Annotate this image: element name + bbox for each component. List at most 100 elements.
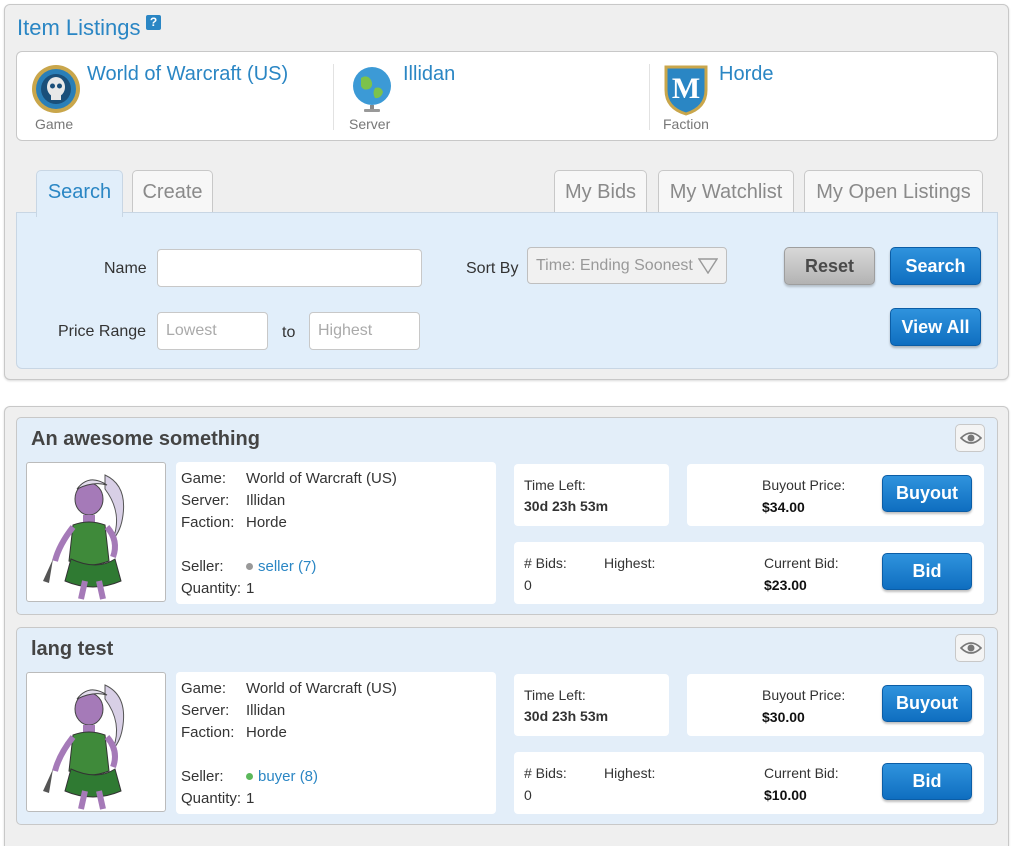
watch-button[interactable] [955,634,985,662]
context-faction: M Horde Faction [649,52,997,140]
tab-create[interactable]: Create [132,170,213,214]
help-icon[interactable]: ? [146,15,161,30]
price-range-label: Price Range [58,323,147,340]
seller-label: Seller: [181,768,224,785]
faction-value: Horde [246,514,287,531]
game-label: Game [35,116,74,132]
item-thumbnail[interactable] [26,462,166,602]
m-shield-icon: M [664,65,708,116]
quantity-label: Quantity: [181,580,242,597]
game-label: Game: [181,470,227,487]
listings-panel: An awesome something Game: World of Warc… [4,406,1009,846]
tab-search[interactable]: Search [36,170,123,217]
globe-icon [353,67,391,112]
game-value: World of Warcraft (US) [246,680,397,697]
buyout-price-value: $34.00 [762,499,805,515]
eye-icon [960,642,982,654]
watch-button[interactable] [955,424,985,452]
faction-value[interactable]: Horde [719,63,773,86]
page-title: Item Listings [17,15,141,40]
search-button[interactable]: Search [890,247,981,285]
seller-link[interactable]: buyer (8) [258,768,318,785]
server-value: Illidan [246,702,286,719]
bids-count-value: 0 [524,787,532,803]
quantity-label: Quantity: [181,790,242,807]
buyout-card: Buyout Price: $30.00 Buyout [687,674,984,736]
server-value: Illidan [246,492,286,509]
item-details-card: Game: World of Warcraft (US) Server: Ill… [176,672,496,814]
faction-value: Horde [246,724,287,741]
server-label: Server: [181,702,230,719]
time-left-label: Time Left: [524,477,586,493]
tab-my-watchlist[interactable]: My Watchlist [658,170,794,214]
seller-status-dot [246,772,253,780]
item-listings-panel: Item Listings ? World of Warcraft (US) G… [4,4,1009,380]
item-details-card: Game: World of Warcraft (US) Server: Ill… [176,462,496,604]
bid-button[interactable]: Bid [882,553,972,590]
price-lowest-input[interactable]: Lowest [157,312,268,350]
bids-count-label: # Bids: [524,765,567,781]
bids-count-value: 0 [524,577,532,593]
time-left-label: Time Left: [524,687,586,703]
item-thumbnail[interactable] [26,672,166,812]
quantity-value: 1 [246,580,255,597]
listing-title[interactable]: lang test [31,638,113,661]
to-label: to [282,324,296,341]
buyout-price-value: $30.00 [762,709,805,725]
tab-my-open-listings[interactable]: My Open Listings [804,170,983,214]
view-all-button[interactable]: View All [890,308,981,346]
current-bid-value: $10.00 [764,787,807,803]
context-bar: World of Warcraft (US) Game Illidan Serv… [16,51,998,141]
server-label: Server: [181,492,230,509]
faction-label: Faction [663,116,709,132]
item-image [43,684,125,810]
server-value[interactable]: Illidan [403,63,455,86]
context-game: World of Warcraft (US) Game [17,52,333,140]
game-value[interactable]: World of Warcraft (US) [87,63,288,86]
listing-title[interactable]: An awesome something [31,428,260,451]
bids-count-label: # Bids: [524,555,567,571]
svg-text:M: M [672,72,700,105]
faction-label: Faction: [181,514,235,531]
sort-by-label: Sort By [466,260,519,277]
current-bid-value: $23.00 [764,577,807,593]
buyout-button[interactable]: Buyout [882,685,972,722]
buyout-price-label: Buyout Price: [762,477,846,493]
bid-card: # Bids: 0 Highest: Current Bid: $10.00 B… [514,752,984,814]
seller-status-dot [246,562,253,570]
seller-info: seller (7) [246,558,316,575]
buyout-button[interactable]: Buyout [882,475,972,512]
highest-bidder-label: Highest: [604,555,656,571]
seller-label: Seller: [181,558,224,575]
listing-card: lang test Game: World of Warcraft (US) S… [16,627,998,825]
reset-button[interactable]: Reset [784,247,875,285]
eye-icon [960,432,982,444]
tab-my-bids[interactable]: My Bids [554,170,647,214]
bid-button[interactable]: Bid [882,763,972,800]
bid-card: # Bids: 0 Highest: Current Bid: $23.00 B… [514,542,984,604]
buyout-price-label: Buyout Price: [762,687,846,703]
time-left-card: Time Left: 30d 23h 53m [514,464,669,526]
price-highest-input[interactable]: Highest [309,312,420,350]
buyout-card: Buyout Price: $34.00 Buyout [687,464,984,526]
sort-by-select[interactable]: Time: Ending Soonest [527,247,727,284]
sort-by-value: Time: Ending Soonest [536,257,693,274]
wow-logo-icon [32,65,80,113]
time-left-card: Time Left: 30d 23h 53m [514,674,669,736]
time-left-value: 30d 23h 53m [524,708,609,724]
faction-label: Faction: [181,724,235,741]
highest-bidder-label: Highest: [604,765,656,781]
current-bid-label: Current Bid: [764,765,839,781]
name-input[interactable] [157,249,422,287]
seller-info: buyer (8) [246,768,318,785]
search-form: Name Sort By Time: Ending Soonest Reset … [16,212,998,369]
context-server: Illidan Server [333,52,649,140]
seller-link[interactable]: seller (7) [258,558,316,575]
current-bid-label: Current Bid: [764,555,839,571]
chevron-down-icon [698,258,718,274]
quantity-value: 1 [246,790,255,807]
item-image [43,474,125,600]
server-label: Server [349,116,391,132]
game-value: World of Warcraft (US) [246,470,397,487]
listing-card: An awesome something Game: World of Warc… [16,417,998,615]
